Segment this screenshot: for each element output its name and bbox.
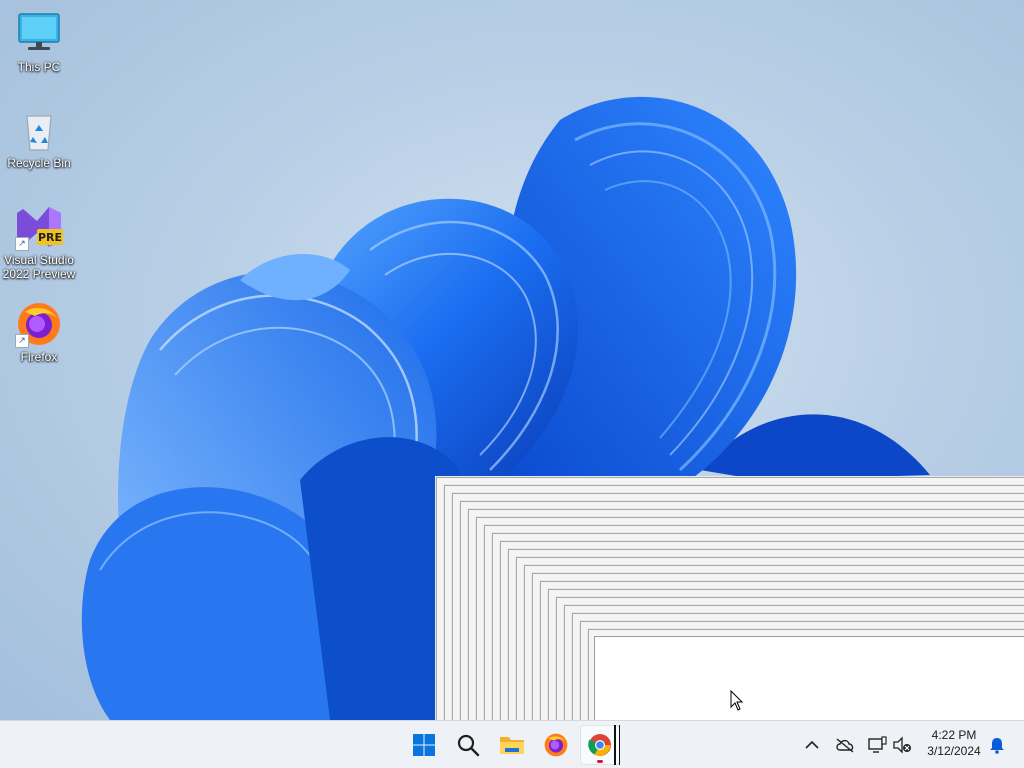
desktop-icon-label: This PC [17,60,61,74]
text-cursor-artifact [614,725,620,765]
desktop-icon-label: Firefox [20,350,58,364]
cloud-off-icon [836,738,854,753]
firefox-taskbar-button[interactable] [536,725,576,765]
firefox-icon [544,733,568,757]
running-indicator [597,760,603,763]
search-button[interactable] [448,725,488,765]
clock-date: 3/12/2024 [927,744,981,758]
desktop-icon-label-line2: 2022 Preview [2,267,76,281]
desktop[interactable]: This PC Recycle Bin PRE ↗ Visual Studio … [0,0,1024,720]
search-icon [457,734,480,757]
chevron-up-icon [805,740,819,749]
desktop-icon-label-line1: Visual Studio [4,253,74,267]
show-hidden-icons-button[interactable] [800,733,824,757]
mouse-cursor-icon [730,690,744,711]
volume-button[interactable] [890,733,914,757]
notification-bell-icon [990,738,1004,754]
chrome-icon [588,734,611,756]
start-icon [413,734,435,756]
network-icon [868,736,887,753]
pre-badge: PRE [38,231,62,244]
file-explorer-button[interactable] [492,725,532,765]
onedrive-status-button[interactable] [833,733,857,757]
desktop-icon-this-pc[interactable]: This PC [1,10,77,74]
file-explorer-icon [500,737,524,754]
network-status-button[interactable] [865,733,889,757]
taskbar [0,720,1024,768]
recycle-bin-icon [15,106,63,154]
desktop-icon-recycle-bin[interactable]: Recycle Bin [1,106,77,170]
firefox-icon: ↗ [15,300,63,348]
volume-muted-icon [893,736,911,754]
shortcut-arrow-icon: ↗ [15,334,29,348]
desktop-icon-label: Recycle Bin [7,156,71,170]
start-button[interactable] [404,725,444,765]
clock-time: 4:22 PM [931,728,977,742]
app-window[interactable] [594,636,1024,720]
taskbar-clock[interactable]: 4:22 PM 3/12/2024 [918,727,990,759]
computer-icon [15,10,63,58]
shortcut-arrow-icon: ↗ [15,237,29,251]
desktop-icon-firefox[interactable]: ↗ Firefox [1,300,77,364]
bloom-wallpaper [81,96,930,720]
visual-studio-icon: PRE ↗ [15,203,63,251]
desktop-icon-visual-studio[interactable]: PRE ↗ Visual Studio 2022 Preview [1,203,77,281]
